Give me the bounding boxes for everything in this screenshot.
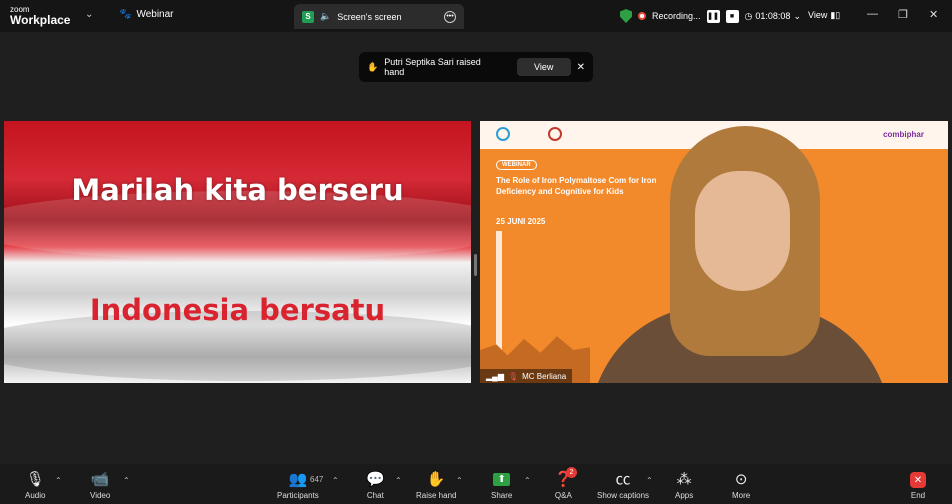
meeting-name[interactable]: 🐾 Webinar: [119, 9, 174, 20]
more-dots-icon: ⊙: [734, 471, 748, 488]
speaker-person: [590, 126, 890, 383]
speaker-face: [695, 171, 790, 291]
captions-options-chevron-icon[interactable]: ⌃: [646, 476, 653, 485]
logo-bottom: Workplace: [10, 13, 71, 27]
monument-illustration: [496, 231, 502, 351]
speaker-name: MC Berliana: [522, 371, 567, 381]
meeting-toolbar: 🎙 Audio ⌃ 📹 Video ⌃ 👥 Participants 647 ⌃…: [0, 464, 952, 504]
reactions-chevron-icon[interactable]: ⌃: [456, 476, 463, 485]
recording-indicator: Recording... ❚❚ ■ ◷ 01:08:08 ⌄: [620, 6, 801, 26]
notification-view-button[interactable]: View: [516, 58, 571, 76]
share-options-chevron-icon[interactable]: ⌃: [524, 476, 531, 485]
participants-options-chevron-icon[interactable]: ⌃: [332, 476, 339, 485]
end-button[interactable]: ✕ End: [910, 470, 926, 500]
zoom-logo[interactable]: zoom Workplace: [10, 5, 71, 27]
pause-recording-button[interactable]: ❚❚: [706, 9, 720, 23]
captions-label: Show captions: [597, 491, 650, 500]
apps-button[interactable]: ⁂ Apps: [675, 470, 693, 500]
captions-button[interactable]: ㏄ Show captions: [597, 470, 649, 500]
close-icon[interactable]: ✕: [929, 8, 938, 21]
stop-recording-button[interactable]: ■: [725, 9, 739, 23]
mic-muted-icon: 🎙: [25, 471, 45, 488]
qa-label: Q&A: [554, 491, 572, 500]
qa-button[interactable]: ❓ 2 Q&A: [554, 467, 577, 500]
speaker-video-tile[interactable]: combiphar WEBINAR The Role of Iron Polym…: [480, 121, 948, 383]
chat-icon: 💬: [366, 471, 385, 488]
close-icon[interactable]: ✕: [577, 62, 585, 73]
shield-icon[interactable]: [620, 9, 632, 23]
closed-caption-icon: ㏄: [615, 471, 631, 488]
more-label: More: [732, 491, 751, 500]
share-label: Share: [491, 491, 513, 500]
share-screen-icon: ⬆: [493, 473, 511, 486]
chat-button[interactable]: 💬 Chat: [366, 470, 385, 500]
chat-label: Chat: [366, 491, 384, 500]
participants-count: 647: [310, 475, 324, 484]
partner-logo-icon: [548, 127, 562, 141]
apps-label: Apps: [675, 491, 694, 500]
view-button[interactable]: View ▮▯: [800, 6, 848, 24]
raised-hand-icon: ✋: [367, 61, 379, 72]
record-dot-icon: [638, 12, 646, 20]
notification-text: Putri Septika Sari raised hand: [384, 57, 481, 77]
audio-label: Audio: [25, 491, 46, 500]
minimize-icon[interactable]: —: [867, 8, 878, 20]
meeting-timer[interactable]: ◷ 01:08:08 ⌄: [745, 11, 801, 22]
video-button[interactable]: 📹 Video: [90, 470, 110, 500]
video-options-chevron-icon[interactable]: ⌃: [123, 476, 130, 485]
speaker-name-bar: ▂▄▆ 🎙 MC Berliana: [480, 369, 573, 383]
share-badge: S: [302, 10, 314, 23]
ministry-logo-icon: [496, 127, 510, 141]
video-camera-icon: 📹: [90, 471, 110, 488]
webinar-date: 25 JUNI 2025: [496, 217, 546, 226]
view-layout-icon: ▮▯: [830, 9, 841, 20]
chat-options-chevron-icon[interactable]: ⌃: [395, 476, 402, 485]
shared-slide-tile[interactable]: Marilah kita berseru Indonesia bersatu: [4, 121, 471, 383]
share-button[interactable]: ⬆ Share: [491, 470, 512, 500]
slide-line-1: Marilah kita berseru: [71, 173, 404, 207]
audio-button[interactable]: 🎙 Audio: [25, 470, 45, 500]
share-tab-label: Screen's screen: [337, 11, 402, 22]
timer-value: 01:08:08: [755, 11, 791, 21]
chevron-down-icon[interactable]: ⌄: [85, 9, 93, 20]
restore-icon[interactable]: ❐: [898, 8, 908, 21]
meeting-name-label: Webinar: [136, 9, 174, 20]
video-label: Video: [90, 491, 111, 500]
raised-hand-notification: ✋ Putri Septika Sari raised hand View ✕: [359, 52, 593, 82]
webinar-title: The Role of Iron Polymaltose Com for Iro…: [496, 176, 657, 196]
share-tab[interactable]: S 🔈 Screen's screen •••: [294, 4, 464, 29]
mic-muted-icon: 🎙: [507, 371, 519, 381]
speaker-icon: 🔈: [320, 11, 332, 21]
hand-icon: ✋: [426, 471, 446, 488]
qa-badge: 2: [566, 467, 577, 478]
recording-label: Recording...: [652, 11, 701, 21]
more-options-icon[interactable]: •••: [444, 10, 456, 23]
split-resize-handle[interactable]: [474, 254, 477, 276]
webinar-pill: WEBINAR: [496, 160, 537, 170]
apps-icon: ⁂: [676, 471, 692, 488]
end-meeting-icon: ✕: [910, 472, 926, 488]
audio-options-chevron-icon[interactable]: ⌃: [55, 476, 62, 485]
signal-icon: ▂▄▆: [486, 371, 504, 381]
view-label: View: [808, 10, 828, 20]
end-label: End: [910, 491, 926, 500]
participants-icon: 👥: [288, 471, 308, 488]
raise-hand-label: Raise hand: [416, 491, 457, 500]
paw-icon: 🐾: [119, 9, 132, 20]
more-button[interactable]: ⊙ More: [732, 470, 750, 500]
slide-line-2: Indonesia bersatu: [89, 293, 386, 327]
participants-label: Participants: [277, 491, 319, 500]
title-bar: zoom Workplace ⌄ 🐾 Webinar S 🔈 Screen's …: [0, 0, 952, 32]
clock-icon: ◷: [744, 10, 753, 21]
raise-hand-button[interactable]: ✋ Raise hand: [416, 470, 456, 500]
